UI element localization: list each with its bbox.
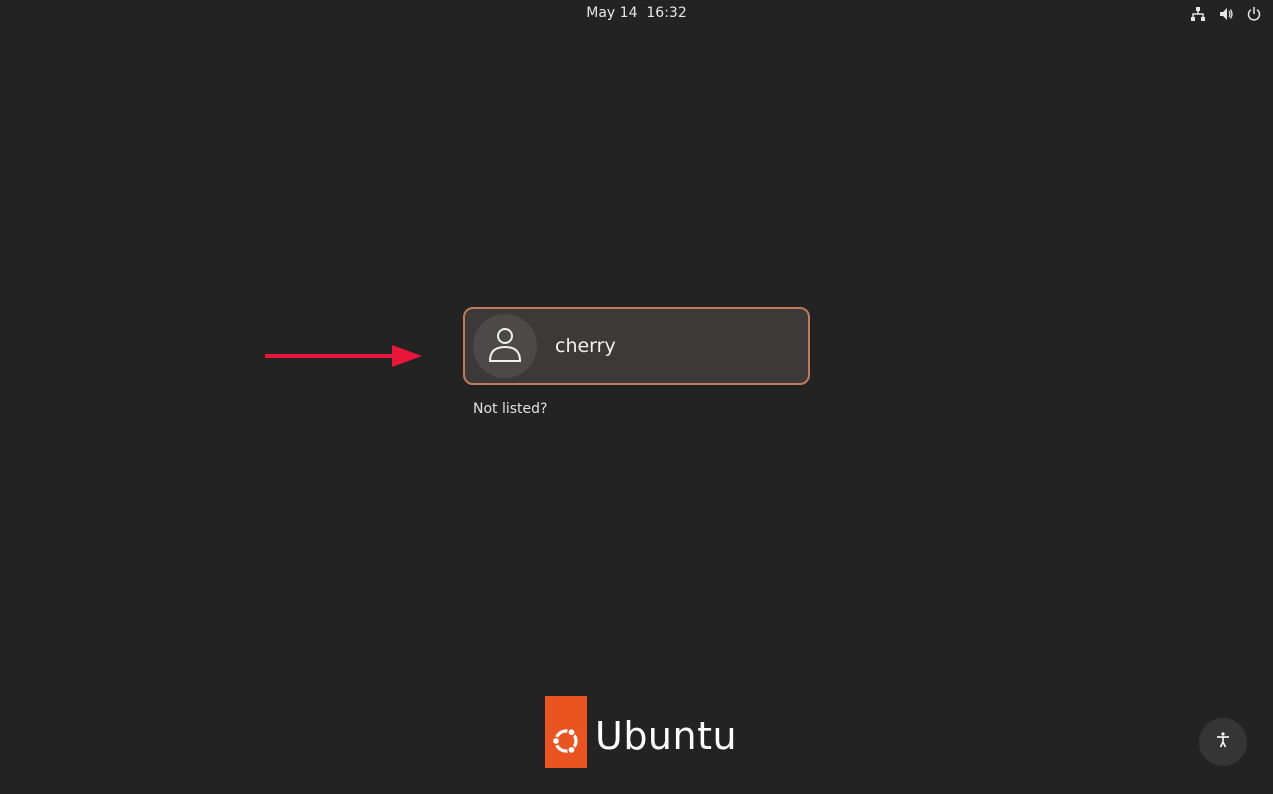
- network-icon[interactable]: [1189, 5, 1207, 23]
- accessibility-button[interactable]: [1199, 718, 1247, 766]
- logo-text: Ubuntu: [595, 714, 738, 758]
- avatar: [473, 314, 537, 378]
- user-icon: [488, 325, 522, 367]
- user-name: cherry: [555, 335, 616, 357]
- not-listed-link[interactable]: Not listed?: [473, 401, 547, 417]
- accessibility-icon: [1216, 732, 1230, 752]
- ubuntu-logo: Ubuntu: [545, 696, 737, 768]
- power-icon[interactable]: [1245, 5, 1263, 23]
- login-screen: May 14 16:32 cherry Not listed? Ubuntu: [0, 0, 1273, 794]
- top-bar: May 14 16:32: [0, 0, 1273, 28]
- system-menu[interactable]: [1189, 5, 1263, 23]
- annotation-arrow: [264, 343, 424, 373]
- circle-of-friends-icon: [545, 696, 587, 768]
- volume-icon[interactable]: [1217, 5, 1235, 23]
- clock[interactable]: May 14 16:32: [0, 5, 1273, 21]
- user-item-cherry[interactable]: cherry: [463, 307, 810, 385]
